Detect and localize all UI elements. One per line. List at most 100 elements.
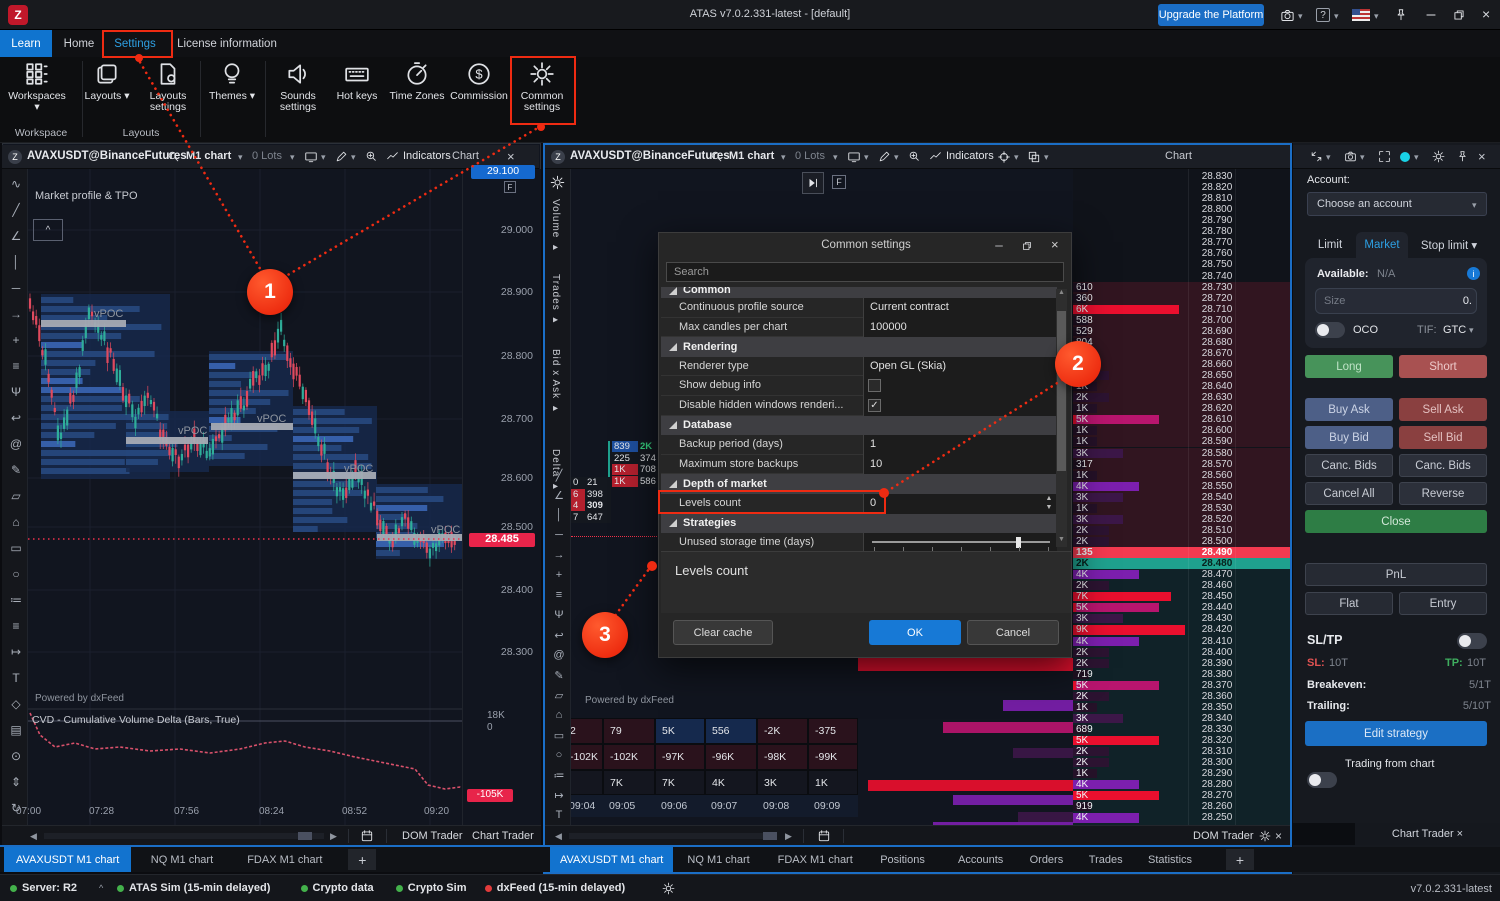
- dom-row[interactable]: 2K28.480: [1073, 558, 1290, 569]
- trading-from-chart-toggle[interactable]: [1307, 772, 1337, 788]
- dom-row[interactable]: 3K28.520: [1073, 514, 1290, 525]
- scrollbar-track[interactable]: [44, 833, 324, 839]
- zoom-in-icon[interactable]: [908, 150, 921, 163]
- settings-section-strategies[interactable]: Strategies: [661, 514, 1057, 534]
- chart-trader-button[interactable]: Chart Trader: [472, 830, 542, 843]
- ribbon-button-sounds-settings[interactable]: Sounds settings: [267, 59, 329, 125]
- dom-row[interactable]: 71928.380: [1073, 669, 1290, 680]
- settings-row-maximum-store-backups[interactable]: Maximum store backups10: [661, 455, 1057, 475]
- drawing-tool-icon[interactable]: ▱: [8, 489, 24, 505]
- search-icon[interactable]: [710, 150, 723, 163]
- dom-row[interactable]: 28.760: [1073, 248, 1290, 259]
- close-icon[interactable]: ×: [1482, 6, 1496, 22]
- workspace-tab-positions[interactable]: Positions: [870, 847, 935, 872]
- drawing-tool-icon[interactable]: ↩: [8, 411, 24, 427]
- setting-value-cell[interactable]: [864, 376, 1057, 396]
- add-tab-button[interactable]: +: [348, 849, 376, 870]
- dom-row[interactable]: 28.780: [1073, 226, 1290, 237]
- ribbon-button-commission[interactable]: $Commission: [448, 59, 510, 125]
- timeframe-select[interactable]: M1 chart: [729, 150, 781, 164]
- info-icon[interactable]: i: [1467, 267, 1480, 280]
- go-to-realtime-button[interactable]: [802, 172, 824, 194]
- minimize-icon[interactable]: [1424, 8, 1438, 22]
- setting-value-cell[interactable]: 10: [864, 455, 1057, 475]
- search-icon[interactable]: [167, 150, 180, 163]
- settings-row-show-debug-info[interactable]: Show debug info: [661, 376, 1057, 396]
- dom-row[interactable]: 7K28.450: [1073, 591, 1290, 602]
- dom-row[interactable]: 5K28.440: [1073, 602, 1290, 613]
- scrollbar-track[interactable]: [569, 833, 769, 839]
- setting-value-cell[interactable]: [864, 533, 1057, 553]
- workspace-tab-orders[interactable]: Orders: [1020, 847, 1074, 872]
- drawing-tool-icon[interactable]: ≔: [8, 593, 24, 609]
- ok-button[interactable]: OK: [869, 620, 961, 645]
- drawing-tool-icon[interactable]: ▤: [8, 723, 24, 739]
- dom-row[interactable]: 1K28.590: [1073, 436, 1290, 447]
- crosshair-sync-icon[interactable]: [997, 150, 1011, 164]
- market-profile-chart[interactable]: vPOCvPOCvPOCvPOCvPOC: [28, 169, 462, 827]
- dom-row[interactable]: 2K28.300: [1073, 757, 1290, 768]
- dom-row[interactable]: 2K28.310: [1073, 746, 1290, 757]
- flat-button[interactable]: Flat: [1305, 592, 1393, 615]
- dom-row[interactable]: 28.790: [1073, 215, 1290, 226]
- ribbon-button-workspaces[interactable]: Workspaces ▾: [6, 59, 68, 125]
- section-expander-icon[interactable]: [669, 519, 677, 527]
- chart-trader-panel-tab[interactable]: Chart Trader ×: [1355, 823, 1500, 845]
- pencil-caret-icon[interactable]: ▾: [351, 152, 359, 162]
- status-item-crypto-sim[interactable]: Crypto Sim: [408, 882, 467, 896]
- drawing-tool-icon[interactable]: T: [551, 809, 567, 823]
- cancel-bids-right-button[interactable]: Canc. Bids: [1399, 454, 1487, 477]
- dom-trader-close-icon[interactable]: ×: [1275, 829, 1287, 843]
- footprint-cluster[interactable]: 021639843097647: [571, 477, 611, 523]
- drawing-tool-icon[interactable]: ✎: [551, 669, 567, 683]
- monitor-caret-icon[interactable]: ▾: [864, 152, 872, 162]
- dom-row[interactable]: 28.740: [1073, 271, 1290, 282]
- workspace-tab-nq-m1-chart[interactable]: NQ M1 chart: [139, 847, 225, 872]
- dom-row[interactable]: 2K28.650: [1073, 370, 1290, 381]
- drawing-tool-icon[interactable]: ╱: [8, 203, 24, 219]
- scroll-left-icon[interactable]: ◀: [30, 831, 40, 841]
- dom-row[interactable]: 28.810: [1073, 193, 1290, 204]
- workspace-tab-fdax-m1-chart[interactable]: FDAX M1 chart: [768, 847, 863, 872]
- dom-row[interactable]: 3K28.580: [1073, 448, 1290, 459]
- settings-row-disable-hidden-windows-renderi-[interactable]: Disable hidden windows renderi...✓: [661, 396, 1057, 416]
- drawing-tool-icon[interactable]: ╱: [551, 469, 567, 483]
- dialog-scroll-down-icon[interactable]: ▼: [1057, 536, 1066, 546]
- status-caret-icon[interactable]: ^: [99, 883, 109, 895]
- indicators-button[interactable]: Indicators: [946, 150, 1001, 164]
- setting-value-cell[interactable]: Current contract: [864, 298, 1057, 318]
- dom-row[interactable]: 5K28.320: [1073, 735, 1290, 746]
- drawing-tool-icon[interactable]: →: [8, 307, 24, 323]
- buy-ask-button[interactable]: Buy Ask: [1305, 398, 1393, 421]
- screenshot-caret-icon[interactable]: ▾: [1360, 152, 1368, 162]
- cancel-button[interactable]: Cancel: [967, 620, 1059, 645]
- fullscreen-icon[interactable]: [1378, 150, 1391, 163]
- timeframe-caret-icon[interactable]: ▾: [781, 152, 789, 162]
- dom-row[interactable]: 5K28.270: [1073, 790, 1290, 801]
- account-select[interactable]: Choose an account▾: [1307, 192, 1487, 216]
- ribbon-button-themes[interactable]: Themes ▾: [201, 59, 263, 125]
- drawing-tool-icon[interactable]: │: [551, 509, 567, 523]
- lots-caret-icon[interactable]: ▾: [290, 152, 298, 162]
- dom-row[interactable]: 28.820: [1073, 182, 1290, 193]
- dom-row[interactable]: 5K28.610: [1073, 414, 1290, 425]
- dom-row[interactable]: 28.800: [1073, 204, 1290, 215]
- spin-up-icon[interactable]: ▲: [1044, 495, 1054, 504]
- dom-row[interactable]: 5K28.370: [1073, 680, 1290, 691]
- footprint-cluster[interactable]: 8392K2253741K7081K586: [608, 441, 662, 487]
- pin-icon[interactable]: [1456, 150, 1469, 163]
- add-tab-button[interactable]: +: [1226, 849, 1254, 870]
- pin-window-icon[interactable]: [1394, 8, 1408, 22]
- dom-row[interactable]: 2K28.360: [1073, 691, 1290, 702]
- workspace-tab-trades[interactable]: Trades: [1079, 847, 1133, 872]
- scrollbar-thumb[interactable]: [763, 832, 777, 840]
- dom-ladder[interactable]: 28.83028.82028.81028.80028.79028.78028.7…: [1073, 169, 1290, 825]
- scroll-right-icon[interactable]: ▶: [330, 831, 340, 841]
- drawing-tool-icon[interactable]: ⌂: [8, 515, 24, 531]
- dom-row[interactable]: 2K28.500: [1073, 536, 1290, 547]
- section-expander-icon[interactable]: [669, 343, 677, 351]
- side-panel-bid-x-ask[interactable]: Bid x Ask ▸: [550, 349, 566, 444]
- workspace-tab-accounts[interactable]: Accounts: [948, 847, 1013, 872]
- dom-row[interactable]: 80428.680: [1073, 337, 1290, 348]
- pnl-button[interactable]: PnL: [1305, 563, 1487, 586]
